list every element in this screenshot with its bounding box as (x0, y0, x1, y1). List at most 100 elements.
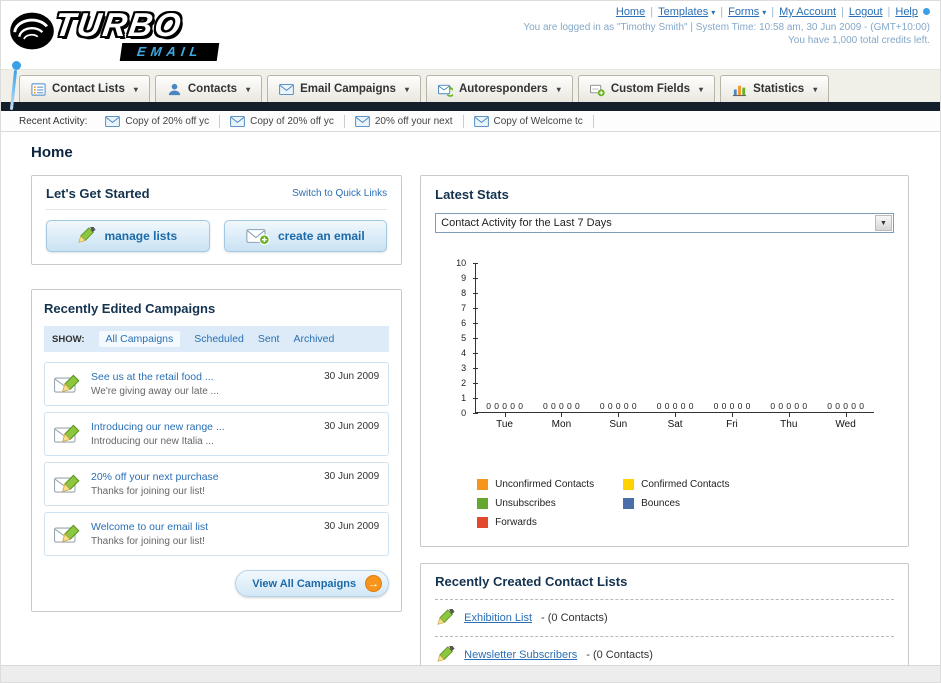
switch-quick-links-link[interactable]: Switch to Quick Links (292, 188, 387, 199)
tab-email-campaigns[interactable]: Email Campaigns (267, 75, 421, 102)
header-right: Home Templates Forms My Account Logout Help Y… (523, 6, 930, 46)
nav-home-link[interactable]: Home (616, 6, 645, 18)
chevron-down-icon (131, 83, 138, 95)
tab-autoresponders[interactable]: Autoresponders (425, 75, 573, 102)
campaign-title-link[interactable]: Welcome to our email list (91, 521, 315, 533)
filter-all-campaigns[interactable]: All Campaigns (98, 331, 181, 347)
campaign-title-link[interactable]: 20% off your next purchase (91, 471, 315, 483)
bar-value-label: 0 (543, 400, 548, 411)
bar-value-label: 0 (510, 400, 515, 411)
x-axis-tick (561, 413, 563, 417)
nav-logout-link[interactable]: Logout (849, 6, 883, 18)
chart-category-group: 0 0 0 0 0 Mon (533, 263, 590, 430)
manage-lists-button[interactable]: manage lists (46, 220, 210, 252)
create-email-button[interactable]: create an email (223, 220, 388, 252)
get-started-panel: Let's Get Started Switch to Quick Links … (31, 175, 403, 265)
bar-value-label: 0 (786, 400, 792, 411)
bar-value-label: 0 (721, 400, 727, 411)
nav-forms-link[interactable]: Forms (728, 6, 766, 18)
contact-list-count: - (0 Contacts) (586, 649, 653, 661)
chevron-down-icon (402, 83, 409, 95)
separator (883, 6, 896, 18)
contact-list-link[interactable]: Exhibition List (464, 612, 532, 624)
bar-value-label: 0 (559, 400, 564, 411)
statistics-icon (732, 82, 747, 97)
tab-statistics-label: Statistics (753, 83, 805, 95)
bar-value-label: 0 (770, 400, 776, 411)
x-axis-category-label: Sun (609, 419, 628, 430)
show-label: SHOW: (52, 333, 85, 345)
recent-activity-label: Recent Activity: (19, 115, 88, 127)
recent-activity-item[interactable]: Copy of 20% off yc (95, 114, 221, 128)
bar-value-label: 0 (835, 400, 840, 411)
campaign-subtitle: Thanks for joining our list! (91, 536, 205, 547)
left-column: Let's Get Started Switch to Quick Links … (31, 175, 403, 612)
bar-value-label: 0 (680, 400, 686, 411)
bar-value-label: 0 (713, 400, 719, 411)
filter-scheduled[interactable]: Scheduled (194, 333, 244, 345)
recent-activity-item[interactable]: Copy of 20% off yc (220, 114, 345, 128)
x-axis-tick (845, 413, 847, 417)
recent-activity-item[interactable]: Copy of Welcome tc (464, 114, 594, 128)
legend-swatch (623, 479, 635, 490)
envelope-plus-icon (246, 228, 270, 245)
separator (715, 6, 728, 18)
y-axis-tick-label: 6 (461, 317, 467, 328)
nav-templates-link[interactable]: Templates (658, 6, 715, 18)
stats-period-select[interactable]: Contact Activity for the Last 7 Days (435, 213, 894, 233)
campaign-row: Welcome to our email list Thanks for joi… (44, 512, 390, 556)
legend-label: Unconfirmed Contacts (495, 479, 595, 490)
nav-forms-label: Forms (728, 6, 760, 18)
y-axis-tick-label: 3 (461, 362, 467, 373)
campaign-date: 30 Jun 2009 (324, 471, 380, 482)
filter-archived[interactable]: Archived (293, 333, 334, 345)
chevron-down-icon (696, 83, 703, 95)
tab-contacts[interactable]: Contacts (154, 75, 263, 102)
chart-y-axis-labels: 10 9 8 7 6 5 4 3 2 1 0 (451, 258, 469, 417)
manage-lists-label: manage lists (104, 229, 178, 243)
view-all-campaigns-button[interactable]: View All Campaigns (235, 570, 390, 597)
app-logo[interactable]: TURBO EMAIL (9, 4, 269, 111)
chart-legend: Unconfirmed Contacts Confirmed Contacts Un… (477, 479, 894, 528)
envelope-icon (355, 116, 370, 127)
campaign-title-link[interactable]: Introducing our new range ... (91, 421, 315, 433)
nav-help-link[interactable]: Help (895, 6, 918, 18)
y-axis-tick-label: 8 (461, 287, 467, 298)
nav-my-account-link[interactable]: My Account (779, 6, 836, 18)
campaign-info: Welcome to our email list Thanks for joi… (91, 521, 315, 547)
y-axis-tick-label: 10 (456, 257, 467, 268)
top-nav: Home Templates Forms My Account Logout Help (523, 6, 930, 18)
nav-templates-label: Templates (658, 6, 709, 18)
bar-value-label: 0 (599, 400, 605, 411)
recent-activity-bar: Recent Activity: Copy of 20% off yc Copy… (1, 111, 940, 132)
campaign-date: 30 Jun 2009 (324, 371, 380, 382)
contact-list-link[interactable]: Newsletter Subscribers (464, 649, 577, 661)
tab-statistics[interactable]: Statistics (720, 75, 830, 102)
tab-custom-fields[interactable]: Custom Fields (577, 75, 716, 102)
x-axis-tick (731, 413, 733, 417)
campaign-edit-icon (54, 523, 82, 545)
bar-value-label: 0 (778, 400, 784, 411)
campaign-subtitle: We're giving away our late ... (91, 386, 219, 397)
bar-value-label: 0 (575, 400, 580, 411)
legend-item: Unconfirmed Contacts (477, 479, 623, 490)
tab-contact-lists-label: Contact Lists (52, 83, 125, 95)
x-axis-tick (788, 413, 790, 417)
tab-autoresponders-label: Autoresponders (458, 83, 548, 95)
x-axis-category-label: Tue (496, 419, 513, 430)
legend-swatch (477, 517, 489, 528)
stats-selected-option: Contact Activity for the Last 7 Days (441, 217, 612, 229)
bar-value-label: 0 (672, 400, 678, 411)
tab-email-campaigns-label: Email Campaigns (300, 83, 396, 95)
legend-item: Forwards (477, 517, 623, 528)
chart-plot: 0 0 0 0 0 Tue 0 0 0 0 0 Mon 0 0 0 0 0 Sun 0 0 0 0 0 Sat 0 0 0 0 0 Fri… (473, 263, 874, 430)
x-axis-category-label: Fri (726, 419, 738, 430)
campaign-title-link[interactable]: See us at the retail food ... (91, 371, 315, 383)
recent-activity-item-title: 20% off your next (374, 115, 453, 127)
filter-sent[interactable]: Sent (258, 333, 280, 345)
tab-contact-lists[interactable]: Contact Lists (19, 75, 150, 102)
bar-value-label: 0 (827, 400, 832, 411)
recent-activity-item[interactable]: 20% off your next (345, 114, 464, 128)
envelope-icon (105, 116, 120, 127)
bar-value-label: 0 (859, 400, 864, 411)
